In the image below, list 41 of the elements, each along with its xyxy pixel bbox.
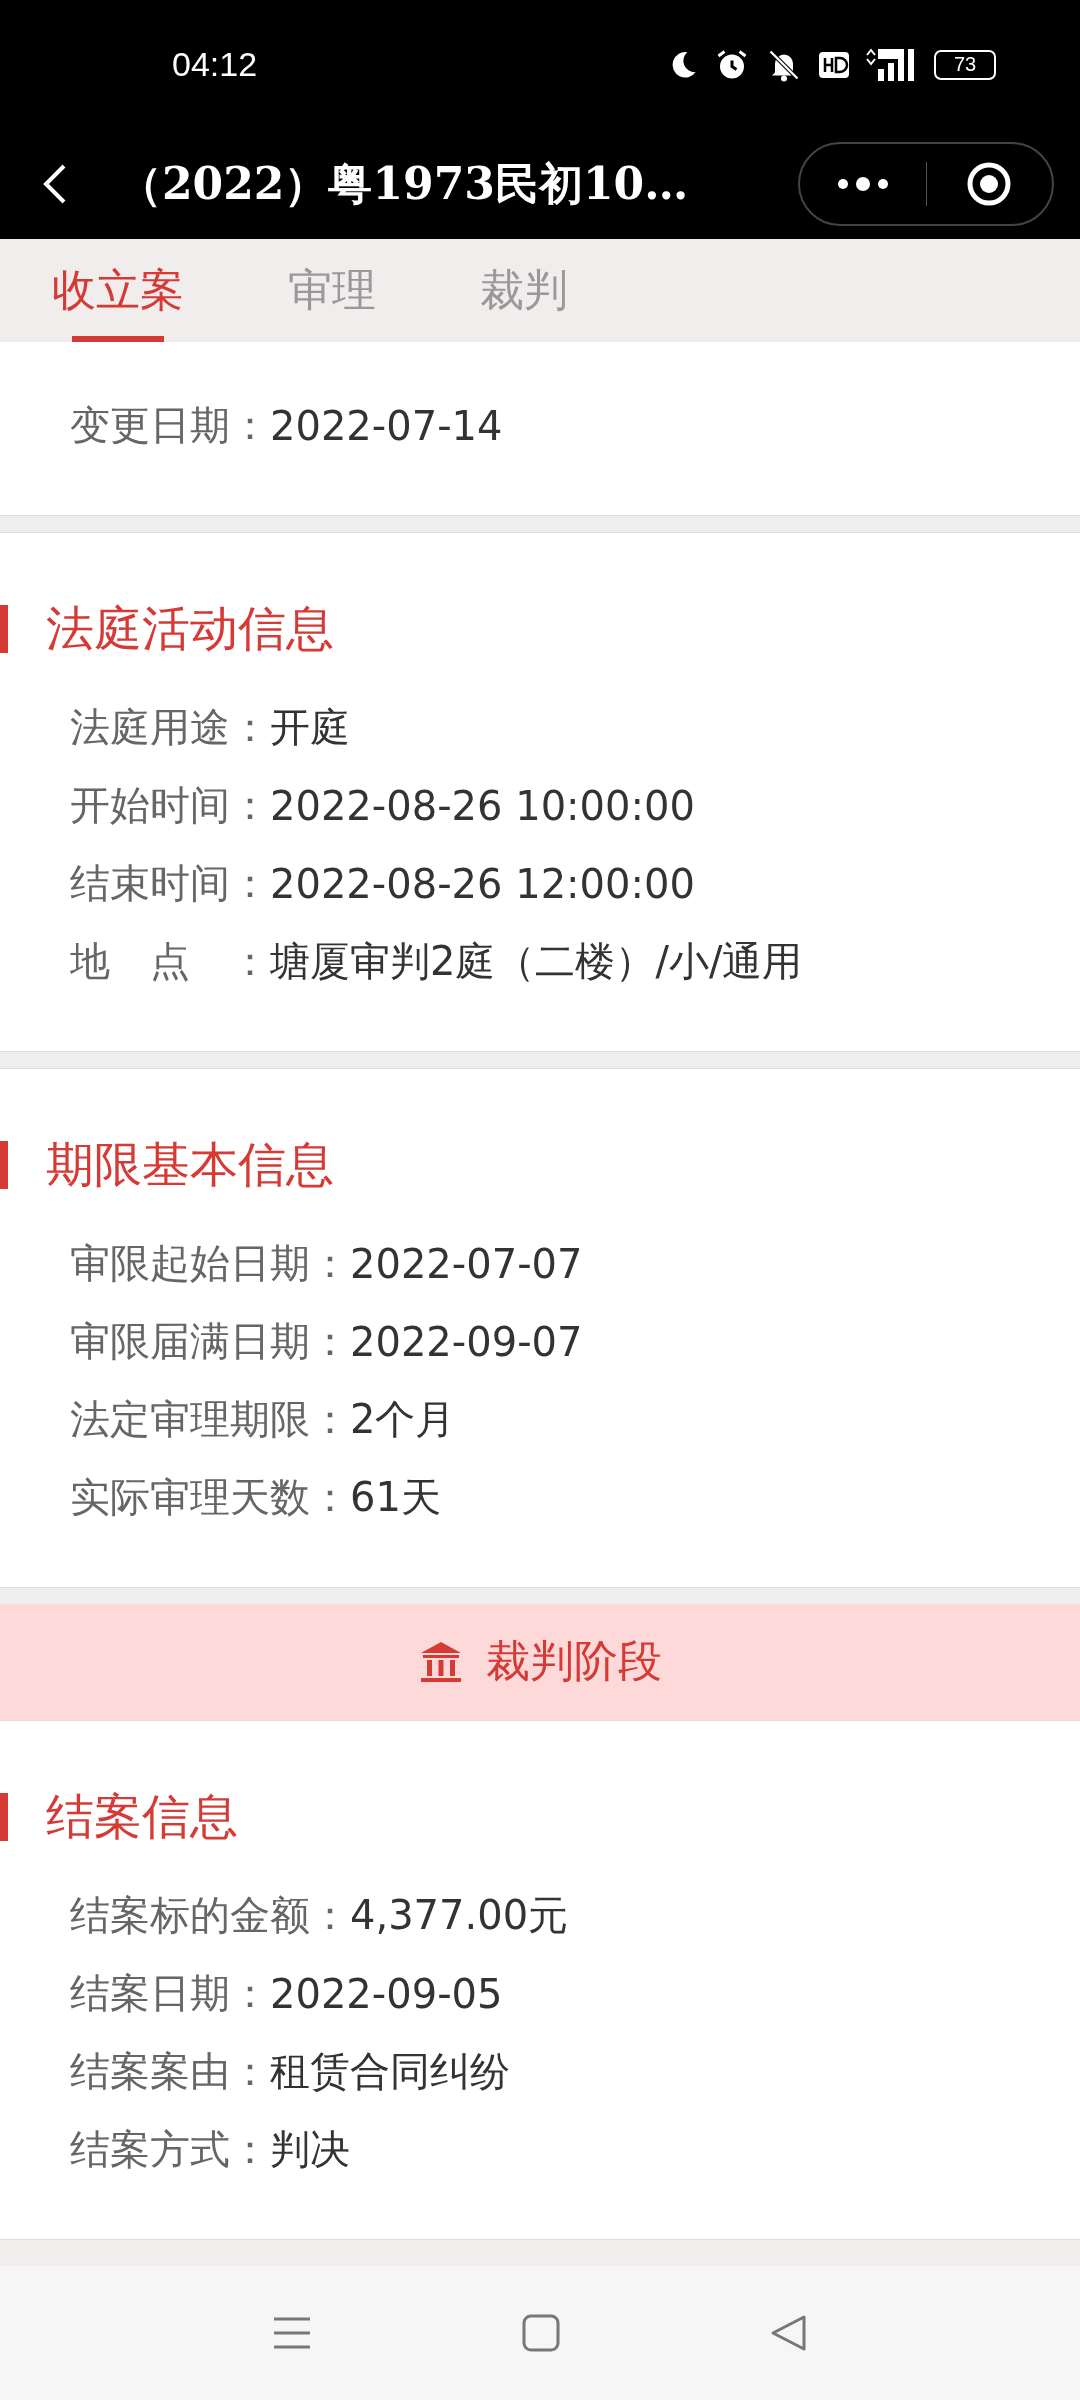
stage-title: 裁判阶段 [486,1634,662,1689]
field-value: 2022-08-26 12:00:00 [270,860,695,907]
field-value: 2022-07-07 [350,1240,583,1287]
field-value: 判决 [270,2125,350,2175]
accent-bar [0,604,8,653]
field-label: 结案标的金额： [70,1891,350,1941]
field-value: 4,377.00元 [350,1891,569,1941]
accent-bar [0,1140,8,1189]
page-title: （2022）粤1973民初10… [118,156,690,211]
accent-bar [0,1792,8,1841]
field-label: 法庭用途： [70,703,270,753]
field-value: 2022-09-07 [350,1318,583,1365]
section-title: 法庭活动信息 [46,598,334,658]
field-label: 开始时间： [70,781,270,831]
field-label: 地 点 ： [70,937,270,987]
field-value: 租赁合同纠纷 [270,2047,510,2097]
clock-time: 04:12 [172,45,258,85]
field-label: 结案案由： [70,2047,270,2097]
field-value: 塘厦审判2庭（二楼）/小/通用 [270,937,803,987]
battery-indicator: 73 [934,49,996,80]
field-label: 结案方式： [70,2125,270,2175]
home-icon [522,2313,560,2352]
tab[interactable]: 审理 [288,238,376,342]
field-value: 2022-09-05 [270,1970,503,2017]
hd-icon [818,49,850,80]
field-value: 2022-08-26 10:00:00 [270,782,695,829]
field-value: 2022-07-14 [270,402,503,449]
field-value: 2个月 [350,1395,456,1445]
field-label: 法定审理期限： [70,1395,350,1445]
tab[interactable]: 裁判 [480,238,568,342]
field-label: 审限起始日期： [70,1239,350,1289]
field-value: 61天 [350,1473,441,1523]
field-label: 结束时间： [70,859,270,909]
field-label: 变更日期： [70,401,270,451]
section-title: 结案信息 [46,1786,238,1846]
section-title: 期限基本信息 [46,1134,334,1194]
field-label: 审限届满日期： [70,1317,350,1367]
field-label: 实际审理天数： [70,1473,350,1523]
field-value: 开庭 [270,703,350,753]
back-icon [770,2313,808,2352]
field-label: 结案日期： [70,1969,270,2019]
